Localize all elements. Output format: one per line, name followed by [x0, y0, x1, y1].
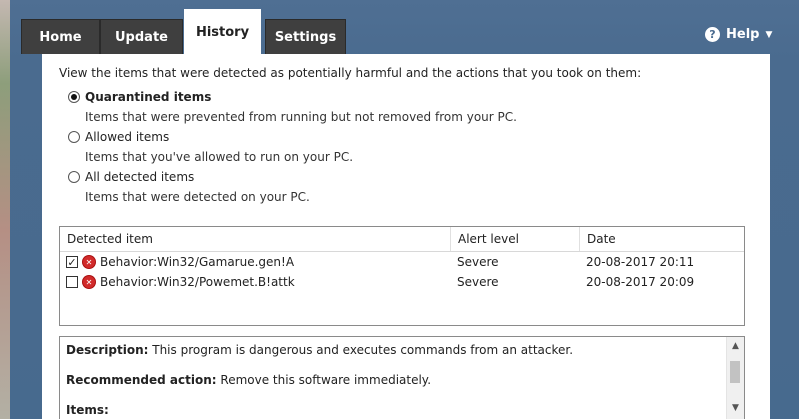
- help-circle-icon: ?: [705, 27, 720, 42]
- items-line: Items:: [66, 403, 109, 417]
- detection-date: 20-08-2017 20:09: [586, 275, 695, 289]
- threat-x-icon: ✕: [83, 256, 95, 268]
- column-header-date[interactable]: Date: [580, 227, 744, 251]
- scrollbar-thumb[interactable]: [730, 361, 740, 383]
- detected-item-name: Behavior:Win32/Gamarue.gen!A: [100, 255, 295, 269]
- radio-label: Allowed items: [85, 130, 170, 144]
- tab-home[interactable]: Home: [21, 19, 100, 54]
- items-label: Items:: [66, 403, 109, 417]
- detected-item-name: Behavior:Win32/Powemet.B!attk: [100, 275, 295, 289]
- option-description: Items that you've allowed to run on your…: [85, 150, 354, 164]
- scroll-up-arrow-icon[interactable]: ▲: [727, 337, 744, 354]
- radio-button-selected[interactable]: [68, 91, 80, 103]
- tab-settings[interactable]: Settings: [265, 19, 346, 54]
- detected-items-list[interactable]: Detected item Alert level Date ✓ ✕ Behav…: [59, 226, 745, 326]
- description-text: This program is dangerous and executes c…: [152, 343, 574, 357]
- radio-all-detected-items[interactable]: All detected items: [68, 170, 194, 184]
- list-header: Detected item Alert level Date: [60, 227, 744, 252]
- column-header-alert-level[interactable]: Alert level: [451, 227, 580, 251]
- radio-button[interactable]: [68, 131, 80, 143]
- radio-allowed-items[interactable]: Allowed items: [68, 130, 169, 144]
- details-pane: Description: This program is dangerous a…: [59, 336, 745, 419]
- description-label: Description:: [66, 343, 149, 357]
- recommended-action-label: Recommended action:: [66, 373, 217, 387]
- description-line: Description: This program is dangerous a…: [66, 343, 573, 357]
- alert-level: Severe: [457, 275, 499, 289]
- row-checkbox[interactable]: [66, 276, 78, 288]
- radio-quarantined-items[interactable]: Quarantined items: [68, 90, 211, 104]
- tab-history[interactable]: History: [184, 9, 261, 54]
- help-button[interactable]: ? Help ▼: [705, 27, 772, 42]
- background-strip: [0, 0, 10, 419]
- intro-text: View the items that were detected as pot…: [59, 66, 642, 80]
- radio-label: Quarantined items: [85, 90, 212, 104]
- tab-update[interactable]: Update: [100, 19, 183, 54]
- recommended-action-text: Remove this software immediately.: [220, 373, 432, 387]
- recommended-action-line: Recommended action: Remove this software…: [66, 373, 431, 387]
- option-description: Items that were prevented from running b…: [85, 110, 517, 124]
- row-checkbox-checked[interactable]: ✓: [66, 256, 78, 268]
- table-row[interactable]: ✓ ✕ Behavior:Win32/Gamarue.gen!A Severe …: [60, 252, 744, 272]
- detection-date: 20-08-2017 20:11: [586, 255, 695, 269]
- radio-label: All detected items: [85, 170, 195, 184]
- help-label: Help: [726, 27, 760, 42]
- option-description: Items that were detected on your PC.: [85, 190, 310, 204]
- details-scrollbar[interactable]: ▲ ▼: [726, 337, 744, 419]
- history-panel: View the items that were detected as pot…: [42, 54, 770, 419]
- table-row[interactable]: ✕ Behavior:Win32/Powemet.B!attk Severe 2…: [60, 272, 744, 292]
- threat-x-icon: ✕: [83, 276, 95, 288]
- scroll-down-arrow-icon[interactable]: ▼: [727, 399, 744, 416]
- caret-down-icon: ▼: [765, 29, 773, 40]
- column-header-detected-item[interactable]: Detected item: [60, 227, 451, 251]
- radio-button[interactable]: [68, 171, 80, 183]
- alert-level: Severe: [457, 255, 499, 269]
